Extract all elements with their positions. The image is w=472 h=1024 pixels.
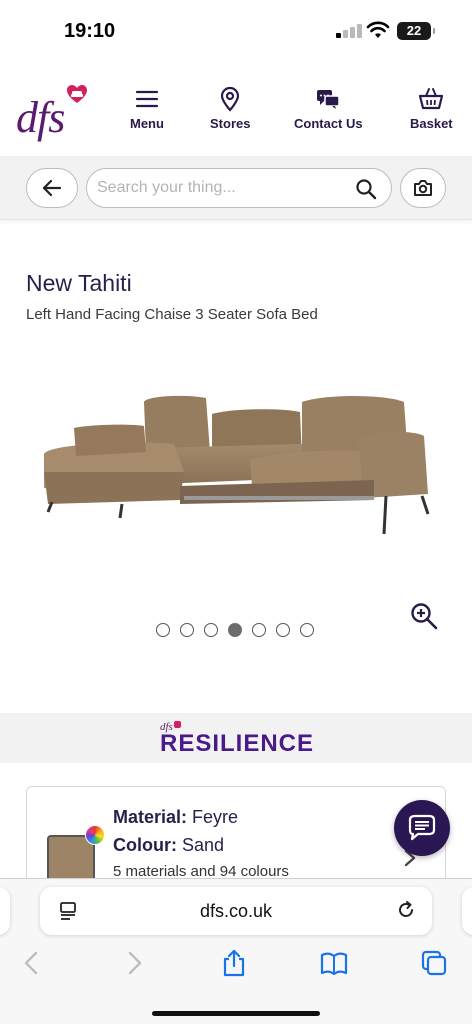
site-header: dfs Menu Stores Contact Us Basket [0,62,472,156]
nav-basket[interactable]: Basket [410,86,453,131]
nav-contact-us-label: Contact Us [294,116,363,131]
menu-icon [135,90,159,108]
zoom-in-icon[interactable] [410,602,438,630]
carousel-dot[interactable] [204,623,218,637]
material-label: Material: [113,807,188,827]
carousel-dot[interactable] [180,623,194,637]
address-bar[interactable]: dfs.co.uk [40,887,432,935]
sofa-image[interactable] [34,380,438,550]
nav-basket-label: Basket [410,116,453,131]
visual-search-button[interactable] [400,168,446,208]
search-input[interactable] [97,175,347,201]
location-pin-icon [221,86,240,112]
colour-label: Colour: [113,835,177,855]
carousel-dot[interactable] [300,623,314,637]
carousel-dot[interactable] [276,623,290,637]
carousel-dots [156,623,314,637]
search-strip [0,156,472,220]
product-subtitle: Left Hand Facing Chaise 3 Seater Sofa Be… [26,306,318,323]
bookmarks-icon[interactable] [320,949,348,977]
tabs-icon[interactable] [420,949,448,977]
home-indicator[interactable] [152,1011,320,1016]
colour-wheel-icon [85,825,105,845]
status-time: 19:10 [64,20,116,42]
basket-icon [419,88,444,110]
nav-menu-label: Menu [130,116,164,131]
status-bar: 19:10 22 [0,0,472,62]
carousel-dot[interactable] [156,623,170,637]
forward-arrow-icon[interactable] [120,949,148,977]
dfs-logo[interactable]: dfs [16,84,90,142]
reload-icon[interactable] [396,900,416,920]
nav-stores-label: Stores [210,116,251,131]
next-tab-peek[interactable] [462,887,472,935]
previous-tab-peek[interactable] [0,887,10,935]
resilience-banner: dfs RESILIENCE [0,713,472,763]
chat-icon [408,814,436,841]
search-box [86,168,392,208]
arrow-left-icon [42,179,62,197]
resilience-heart-icon [174,721,181,728]
heart-sofa-icon [67,85,87,103]
search-icon[interactable] [355,178,377,200]
back-arrow-icon[interactable] [18,949,46,977]
product-title: New Tahiti [26,270,132,296]
share-icon[interactable] [220,949,248,977]
carousel-dot[interactable] [228,623,242,637]
chat-button[interactable] [394,800,450,856]
url-text: dfs.co.uk [199,901,273,921]
wifi-icon [366,21,390,38]
colour-value: Sand [182,835,225,855]
colour-line: Colour: Sand [113,835,224,856]
carousel-dot[interactable] [252,623,266,637]
nav-stores[interactable]: Stores [210,86,250,131]
material-line: Material: Feyre [113,807,238,828]
resilience-title: RESILIENCE [160,730,315,757]
browser-toolbar: dfs.co.uk [0,878,472,1024]
material-value: Feyre [192,807,239,827]
logo-text: dfs [16,93,65,142]
back-button[interactable] [26,168,78,208]
nav-menu[interactable]: Menu [130,86,164,131]
chat-bubbles-icon [317,90,341,109]
nav-contact-us[interactable]: Contact Us [294,86,363,131]
camera-icon [414,180,432,196]
cellular-signal-icon [336,24,362,38]
battery-indicator: 22 [397,22,435,40]
